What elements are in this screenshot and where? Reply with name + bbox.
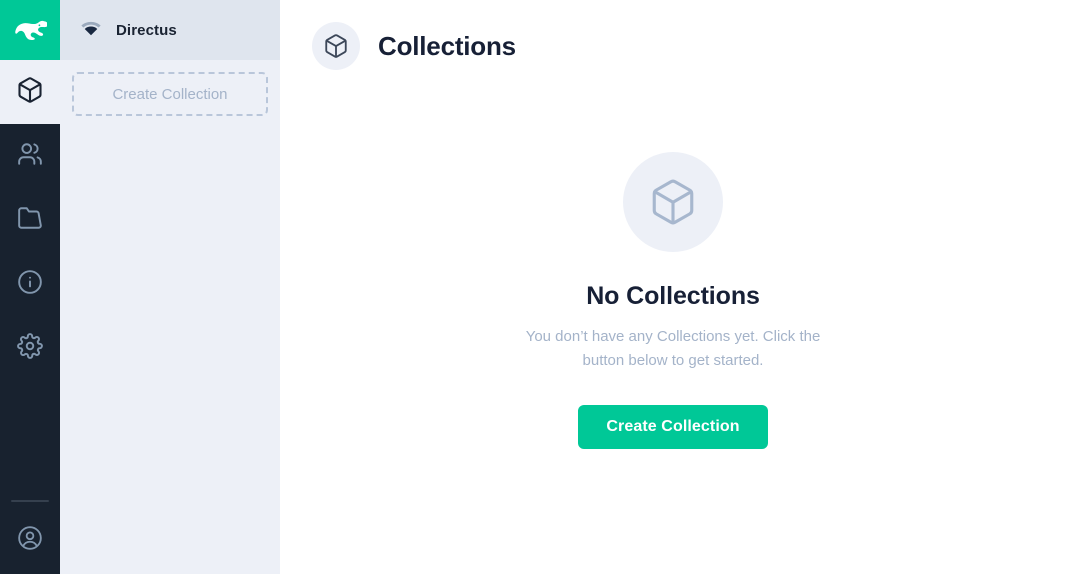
signal-icon: [80, 18, 102, 43]
project-name: Directus: [116, 21, 177, 39]
navigation-sidebar: Directus Create Collection: [60, 0, 280, 574]
gear-icon: [17, 332, 43, 364]
directus-rabbit-logo-icon[interactable]: [0, 0, 60, 60]
module-list: [0, 60, 60, 500]
box-icon: [16, 76, 44, 109]
info-circle-icon: [17, 269, 43, 300]
create-collection-button[interactable]: Create Collection: [578, 405, 768, 449]
module-spacer: [0, 380, 60, 500]
folder-icon: [17, 205, 43, 236]
module-item-documentation[interactable]: [0, 252, 60, 316]
page-header: Collections: [280, 0, 1066, 92]
page-header-box-icon: [312, 22, 360, 70]
project-header[interactable]: Directus: [60, 0, 280, 60]
account-circle-icon: [17, 525, 43, 556]
module-bar: [0, 0, 60, 574]
empty-state-subtitle: You don’t have any Collections yet. Clic…: [525, 328, 821, 369]
empty-state-box-icon: [623, 152, 723, 252]
module-item-collections[interactable]: [0, 60, 60, 124]
directus-app: Directus Create Collection Collections N…: [0, 0, 1066, 574]
module-footer: [0, 500, 60, 574]
module-divider: [11, 500, 49, 502]
page-title: Collections: [378, 30, 516, 61]
empty-state-title: No Collections: [586, 282, 760, 310]
sidebar-create-collection-button[interactable]: Create Collection: [72, 72, 268, 116]
empty-state: No Collections You don’t have any Collec…: [280, 92, 1066, 574]
module-item-file-library[interactable]: [0, 188, 60, 252]
main-content: Collections No Collections You don’t hav…: [280, 0, 1066, 574]
account-button[interactable]: [0, 516, 60, 564]
users-icon: [17, 141, 43, 172]
module-item-settings[interactable]: [0, 316, 60, 380]
sidebar-body: Create Collection: [60, 60, 280, 574]
module-item-user-directory[interactable]: [0, 124, 60, 188]
